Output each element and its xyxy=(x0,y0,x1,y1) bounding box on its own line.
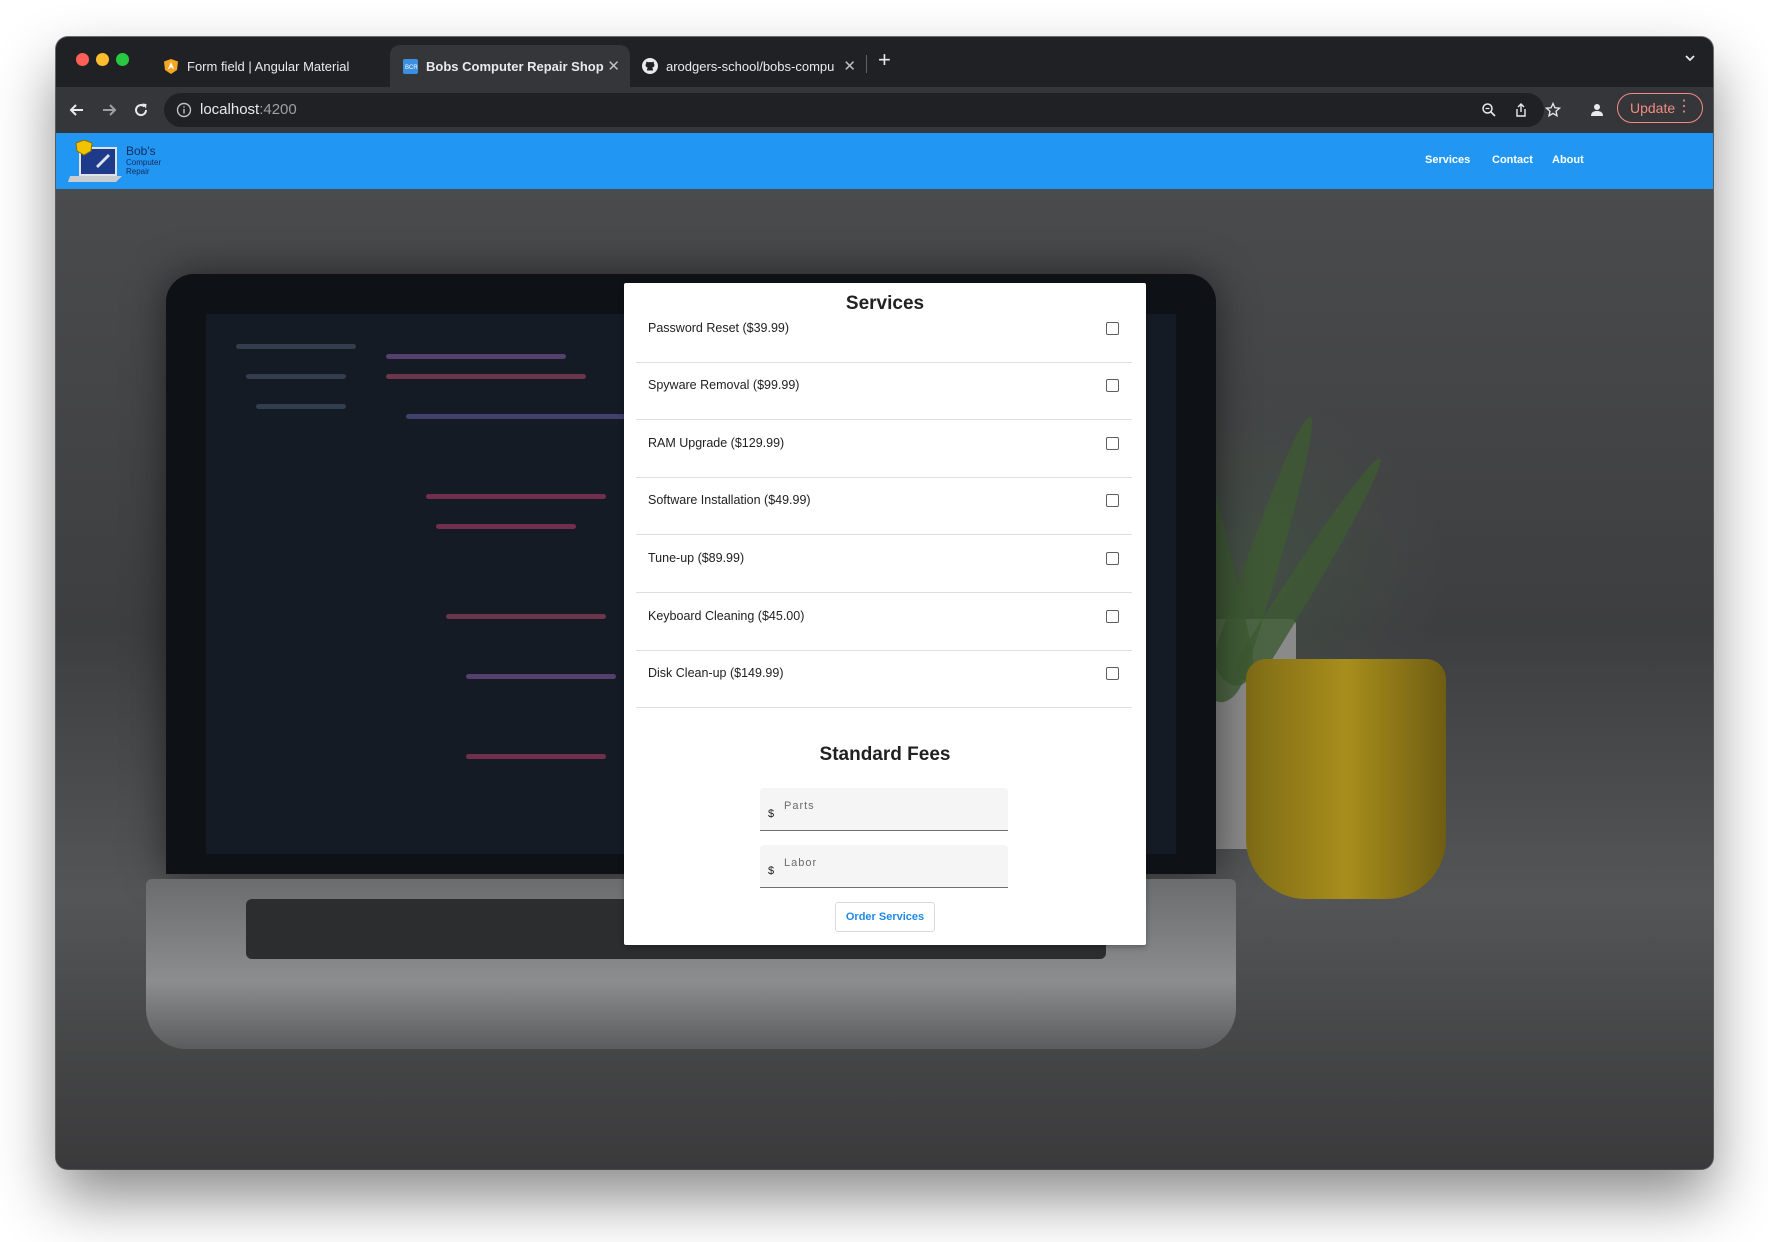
tab-label: Form field | Angular Material xyxy=(187,58,350,74)
code-line xyxy=(426,494,606,499)
service-row-keyboard-cleaning[interactable]: Keyboard Cleaning ($45.00) xyxy=(636,593,1132,651)
nav-services-link[interactable]: Services xyxy=(1425,154,1470,166)
logo-subtitle: Computer Repair xyxy=(126,158,162,176)
service-row-password-reset[interactable]: Password Reset ($39.99) xyxy=(636,305,1132,363)
service-row-disk-cleanup[interactable]: Disk Clean-up ($149.99) xyxy=(636,650,1132,708)
nav-contact-link[interactable]: Contact xyxy=(1492,154,1533,166)
dollar-prefix: $ xyxy=(768,808,775,820)
code-line xyxy=(436,524,576,529)
browser-toolbar: localhost:4200 Update ⋮ xyxy=(56,87,1713,133)
services-card: Services Password Reset ($39.99) Spyware… xyxy=(624,283,1146,945)
service-label: Spyware Removal ($99.99) xyxy=(648,378,800,392)
bobs-logo[interactable]: Bob's Computer Repair xyxy=(66,136,186,184)
service-checkbox[interactable] xyxy=(1106,494,1119,507)
service-label: Software Installation ($49.99) xyxy=(648,493,811,507)
service-row-software-installation[interactable]: Software Installation ($49.99) xyxy=(636,477,1132,535)
url-port: :4200 xyxy=(259,101,297,118)
tab-close-icon[interactable]: ✕ xyxy=(843,57,856,75)
code-line xyxy=(236,344,356,349)
service-checkbox[interactable] xyxy=(1106,322,1119,335)
site-info-icon[interactable] xyxy=(176,102,192,123)
service-checkbox[interactable] xyxy=(1106,667,1119,680)
share-icon[interactable] xyxy=(1510,99,1532,121)
tab-separator xyxy=(866,55,867,73)
logo-title: Bob's xyxy=(126,144,156,158)
github-icon xyxy=(642,58,658,74)
parts-field[interactable]: $ xyxy=(760,788,1008,831)
update-button[interactable]: Update ⋮ xyxy=(1617,93,1703,123)
parts-input[interactable] xyxy=(784,796,994,816)
new-tab-plus-icon[interactable]: + xyxy=(878,49,891,71)
tab-label: arodgers-school/bobs-compu xyxy=(666,58,835,74)
address-bar[interactable]: localhost:4200 xyxy=(164,93,1561,127)
code-line xyxy=(386,374,586,379)
tab-strip: Form field | Angular Material ✕ BCR Bobs… xyxy=(56,37,1713,87)
dollar-prefix: $ xyxy=(768,865,775,877)
svg-text:BCR: BCR xyxy=(405,65,418,71)
service-label: RAM Upgrade ($129.99) xyxy=(648,436,785,450)
service-row-spyware-removal[interactable]: Spyware Removal ($99.99) xyxy=(636,362,1132,420)
update-label: Update xyxy=(1630,100,1676,116)
tab-label: Bobs Computer Repair Shop xyxy=(426,58,604,74)
app-toolbar: Bob's Computer Repair Services Contact A… xyxy=(56,133,1713,189)
order-services-button[interactable]: Order Services xyxy=(835,902,935,932)
chevron-down-icon[interactable] xyxy=(1683,51,1697,70)
service-label: Disk Clean-up ($149.99) xyxy=(648,666,784,680)
forward-arrow-icon[interactable] xyxy=(98,99,120,121)
code-line xyxy=(466,674,616,679)
profile-avatar-icon[interactable] xyxy=(1586,99,1608,121)
close-window-button[interactable] xyxy=(76,53,89,66)
bookmark-star-icon[interactable] xyxy=(1542,99,1564,121)
yellow-pot-shape xyxy=(1246,659,1446,899)
browser-window: Form field | Angular Material ✕ BCR Bobs… xyxy=(56,37,1713,1169)
service-checkbox[interactable] xyxy=(1106,379,1119,392)
service-label: Tune-up ($89.99) xyxy=(648,551,745,565)
angular-shield-icon xyxy=(163,58,179,74)
web-page: Bob's Computer Repair Services Contact A… xyxy=(56,133,1713,1169)
service-row-ram-upgrade[interactable]: RAM Upgrade ($129.99) xyxy=(636,420,1132,478)
code-line xyxy=(256,404,346,409)
service-label: Password Reset ($39.99) xyxy=(648,321,790,335)
labor-input[interactable] xyxy=(784,853,994,873)
labor-field[interactable]: $ xyxy=(760,845,1008,888)
tab-github-repo[interactable]: arodgers-school/bobs-compu ✕ xyxy=(630,45,866,87)
back-arrow-icon[interactable] xyxy=(66,99,88,121)
tab-close-icon[interactable]: ✕ xyxy=(607,57,620,75)
code-line xyxy=(466,754,606,759)
code-line xyxy=(406,414,626,419)
maximize-window-button[interactable] xyxy=(116,53,129,66)
service-checkbox[interactable] xyxy=(1106,437,1119,450)
service-label: Keyboard Cleaning ($45.00) xyxy=(648,609,805,623)
standard-fees-title: Standard Fees xyxy=(819,744,951,765)
zoom-icon[interactable] xyxy=(1478,99,1500,121)
more-vert-icon[interactable]: ⋮ xyxy=(1676,99,1692,115)
url-host: localhost xyxy=(200,101,260,118)
nav-about-link[interactable]: About xyxy=(1552,154,1584,166)
code-line xyxy=(446,614,606,619)
code-line xyxy=(386,354,566,359)
reload-icon[interactable] xyxy=(130,99,152,121)
tab-bobs-computer-repair[interactable]: BCR Bobs Computer Repair Shop ✕ xyxy=(390,45,630,87)
laptop-logo-icon xyxy=(68,139,122,182)
code-line xyxy=(246,374,346,379)
minimize-window-button[interactable] xyxy=(96,53,109,66)
bcr-favicon-icon: BCR xyxy=(402,58,418,74)
service-row-tune-up[interactable]: Tune-up ($89.99) xyxy=(636,535,1132,593)
service-checkbox[interactable] xyxy=(1106,610,1119,623)
service-checkbox[interactable] xyxy=(1106,552,1119,565)
url-text: localhost:4200 xyxy=(200,101,297,118)
